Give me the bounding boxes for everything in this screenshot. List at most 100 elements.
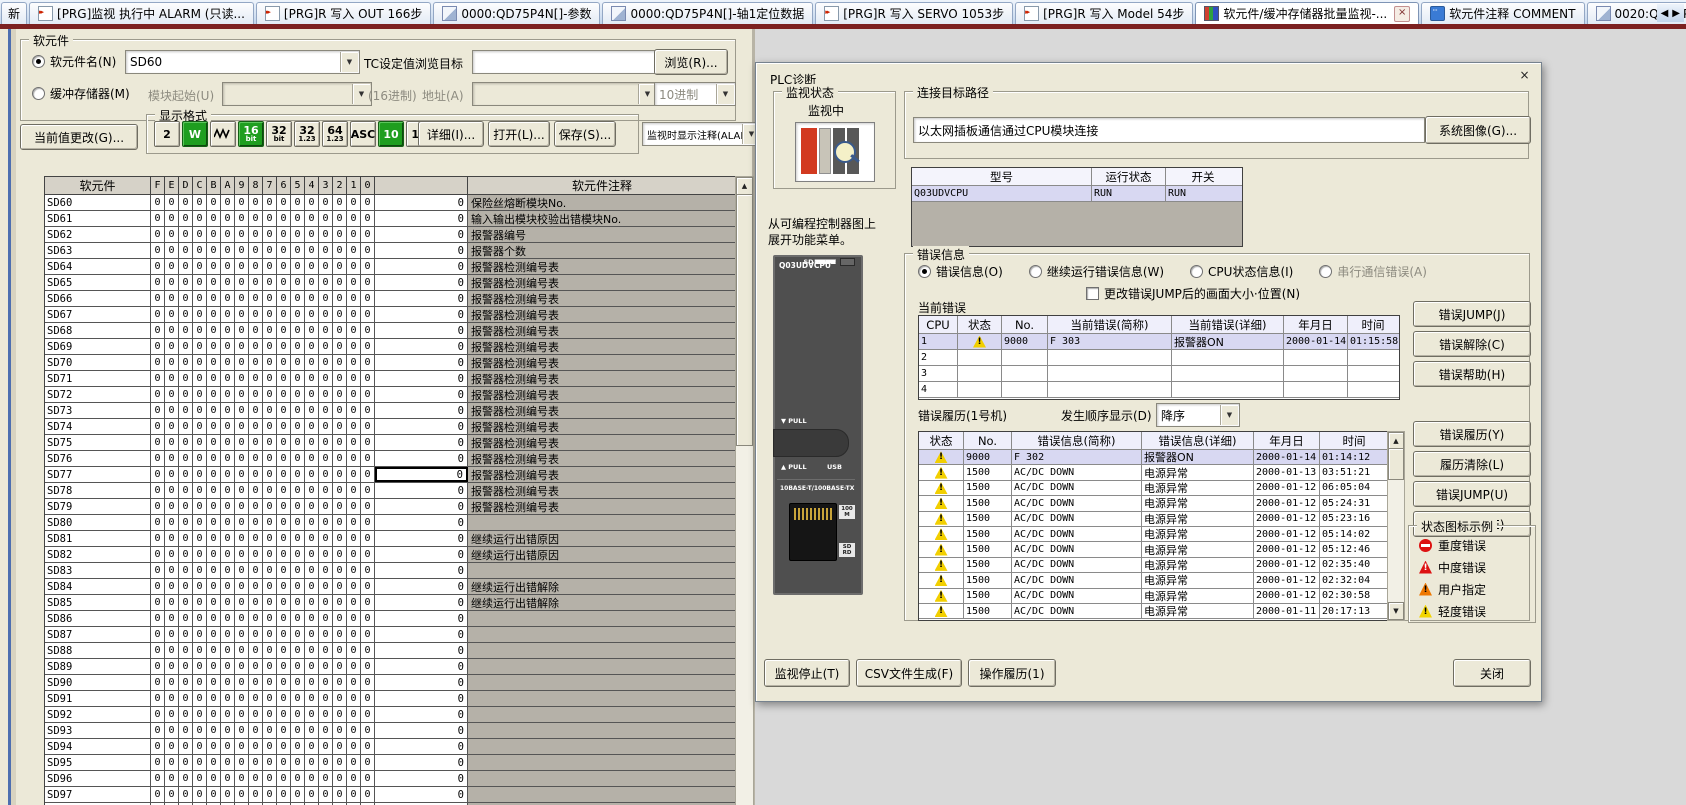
bit-cell[interactable]: 0 — [319, 675, 333, 690]
bit-cell[interactable]: 0 — [221, 691, 235, 706]
bit-cell[interactable]: 0 — [291, 499, 305, 514]
table-row[interactable]: SD6800000000000000000报警器检测编号表 — [45, 323, 736, 339]
bit-cell[interactable]: 0 — [235, 611, 249, 626]
bit-cell[interactable]: 0 — [249, 659, 263, 674]
bit-cell[interactable]: 0 — [151, 771, 165, 786]
table-row[interactable]: SD6300000000000000000报警器个数 — [45, 243, 736, 259]
bit-cell[interactable]: 0 — [179, 579, 193, 594]
bit-cell[interactable]: 0 — [179, 195, 193, 210]
bit-cell[interactable]: 0 — [235, 547, 249, 562]
bit-cell[interactable]: 0 — [361, 467, 375, 482]
bit-cell[interactable]: 0 — [305, 467, 319, 482]
bit-cell[interactable]: 0 — [361, 659, 375, 674]
bit-cell[interactable]: 0 — [249, 675, 263, 690]
bit-cell[interactable]: 0 — [277, 515, 291, 530]
bit-cell[interactable]: 0 — [179, 451, 193, 466]
bit-cell[interactable]: 0 — [333, 627, 347, 642]
bit-cell[interactable]: 0 — [235, 451, 249, 466]
bit-cell[interactable]: 0 — [207, 579, 221, 594]
bit-cell[interactable]: 0 — [207, 451, 221, 466]
error-type-radio[interactable]: CPU状态信息(I) — [1190, 263, 1293, 280]
bit-cell[interactable]: 0 — [179, 371, 193, 386]
bit-cell[interactable]: 0 — [291, 291, 305, 306]
bit-cell[interactable]: 0 — [249, 579, 263, 594]
bit-cell[interactable]: 0 — [361, 755, 375, 770]
comment-display-select[interactable]: 监视时显示注释(ALARM) ▼ — [642, 122, 755, 146]
bit-cell[interactable]: 0 — [235, 627, 249, 642]
bit-cell[interactable]: 0 — [263, 547, 277, 562]
bit-cell[interactable]: 0 — [249, 371, 263, 386]
bit-cell[interactable]: 0 — [319, 643, 333, 658]
bit-cell[interactable]: 0 — [319, 547, 333, 562]
bit-cell[interactable]: 0 — [319, 467, 333, 482]
bit-cell[interactable]: 0 — [165, 595, 179, 610]
bit-cell[interactable]: 0 — [347, 547, 361, 562]
bit-cell[interactable]: 0 — [151, 499, 165, 514]
value-cell[interactable]: 0 — [375, 787, 468, 802]
bit-cell[interactable]: 0 — [333, 707, 347, 722]
bit-cell[interactable]: 0 — [319, 659, 333, 674]
bit-cell[interactable]: 0 — [361, 451, 375, 466]
bit-cell[interactable]: 0 — [277, 419, 291, 434]
bit-cell[interactable]: 0 — [277, 707, 291, 722]
column-header[interactable]: CPU — [919, 316, 958, 333]
bit-cell[interactable]: 0 — [207, 467, 221, 482]
bit-cell[interactable]: 0 — [179, 739, 193, 754]
bit-cell[interactable]: 0 — [193, 371, 207, 386]
bit-cell[interactable]: 0 — [319, 339, 333, 354]
bit-cell[interactable]: 0 — [179, 707, 193, 722]
bit-cell[interactable]: 0 — [291, 659, 305, 674]
bit-cell[interactable]: 0 — [361, 595, 375, 610]
bit-cell[interactable]: 0 — [193, 387, 207, 402]
bit-cell[interactable]: 0 — [165, 675, 179, 690]
bit-cell[interactable]: 0 — [165, 659, 179, 674]
device-cell[interactable]: SD71 — [45, 371, 151, 386]
bit-cell[interactable]: 0 — [333, 451, 347, 466]
bit-cell[interactable]: 0 — [165, 515, 179, 530]
comment-cell[interactable]: 报警器检测编号表 — [468, 435, 735, 450]
bit-cell[interactable]: 0 — [151, 707, 165, 722]
bit-cell[interactable]: 0 — [333, 723, 347, 738]
bit-cell[interactable]: 0 — [361, 627, 375, 642]
column-header[interactable]: 错误信息(详细) — [1142, 432, 1254, 449]
bit-cell[interactable]: 0 — [305, 595, 319, 610]
bit-cell[interactable]: 0 — [277, 643, 291, 658]
bit-cell[interactable]: 0 — [235, 355, 249, 370]
bit-cell[interactable]: 0 — [347, 195, 361, 210]
bit-column-header[interactable]: 4 — [305, 177, 319, 194]
bit-cell[interactable]: 0 — [249, 435, 263, 450]
bit-cell[interactable]: 0 — [263, 451, 277, 466]
bit-cell[interactable]: 0 — [277, 355, 291, 370]
value-cell[interactable]: 0 — [375, 195, 468, 210]
bit-cell[interactable]: 0 — [291, 371, 305, 386]
bit-cell[interactable]: 0 — [305, 403, 319, 418]
bit-cell[interactable]: 0 — [361, 355, 375, 370]
value-cell[interactable]: 0 — [375, 723, 468, 738]
bit-cell[interactable]: 0 — [235, 291, 249, 306]
bit-cell[interactable]: 0 — [333, 387, 347, 402]
value-cell[interactable]: 0 — [375, 675, 468, 690]
table-row[interactable]: SD7600000000000000000报警器检测编号表 — [45, 451, 736, 467]
bit-cell[interactable]: 0 — [333, 259, 347, 274]
bit-cell[interactable]: 0 — [193, 675, 207, 690]
table-row[interactable]: 3 — [919, 366, 1399, 382]
bit-cell[interactable]: 0 — [193, 755, 207, 770]
bit-cell[interactable]: 0 — [165, 755, 179, 770]
value-cell[interactable]: 0 — [375, 707, 468, 722]
bit-cell[interactable]: 0 — [235, 259, 249, 274]
column-header[interactable]: 当前错误(详细) — [1172, 316, 1284, 333]
bit-cell[interactable]: 0 — [361, 483, 375, 498]
bit-cell[interactable]: 0 — [179, 323, 193, 338]
bit-cell[interactable]: 0 — [361, 787, 375, 802]
bit-cell[interactable]: 0 — [151, 387, 165, 402]
bit-column-header[interactable]: 8 — [249, 177, 263, 194]
bit-cell[interactable]: 0 — [263, 643, 277, 658]
table-row[interactable]: SD7900000000000000000报警器检测编号表 — [45, 499, 736, 515]
table-row[interactable]: SD6600000000000000000报警器检测编号表 — [45, 291, 736, 307]
bit-cell[interactable]: 0 — [235, 371, 249, 386]
bit-cell[interactable]: 0 — [333, 291, 347, 306]
bit-cell[interactable]: 0 — [277, 339, 291, 354]
bit-cell[interactable]: 0 — [319, 595, 333, 610]
bit-cell[interactable]: 0 — [361, 419, 375, 434]
bit-cell[interactable]: 0 — [277, 275, 291, 290]
